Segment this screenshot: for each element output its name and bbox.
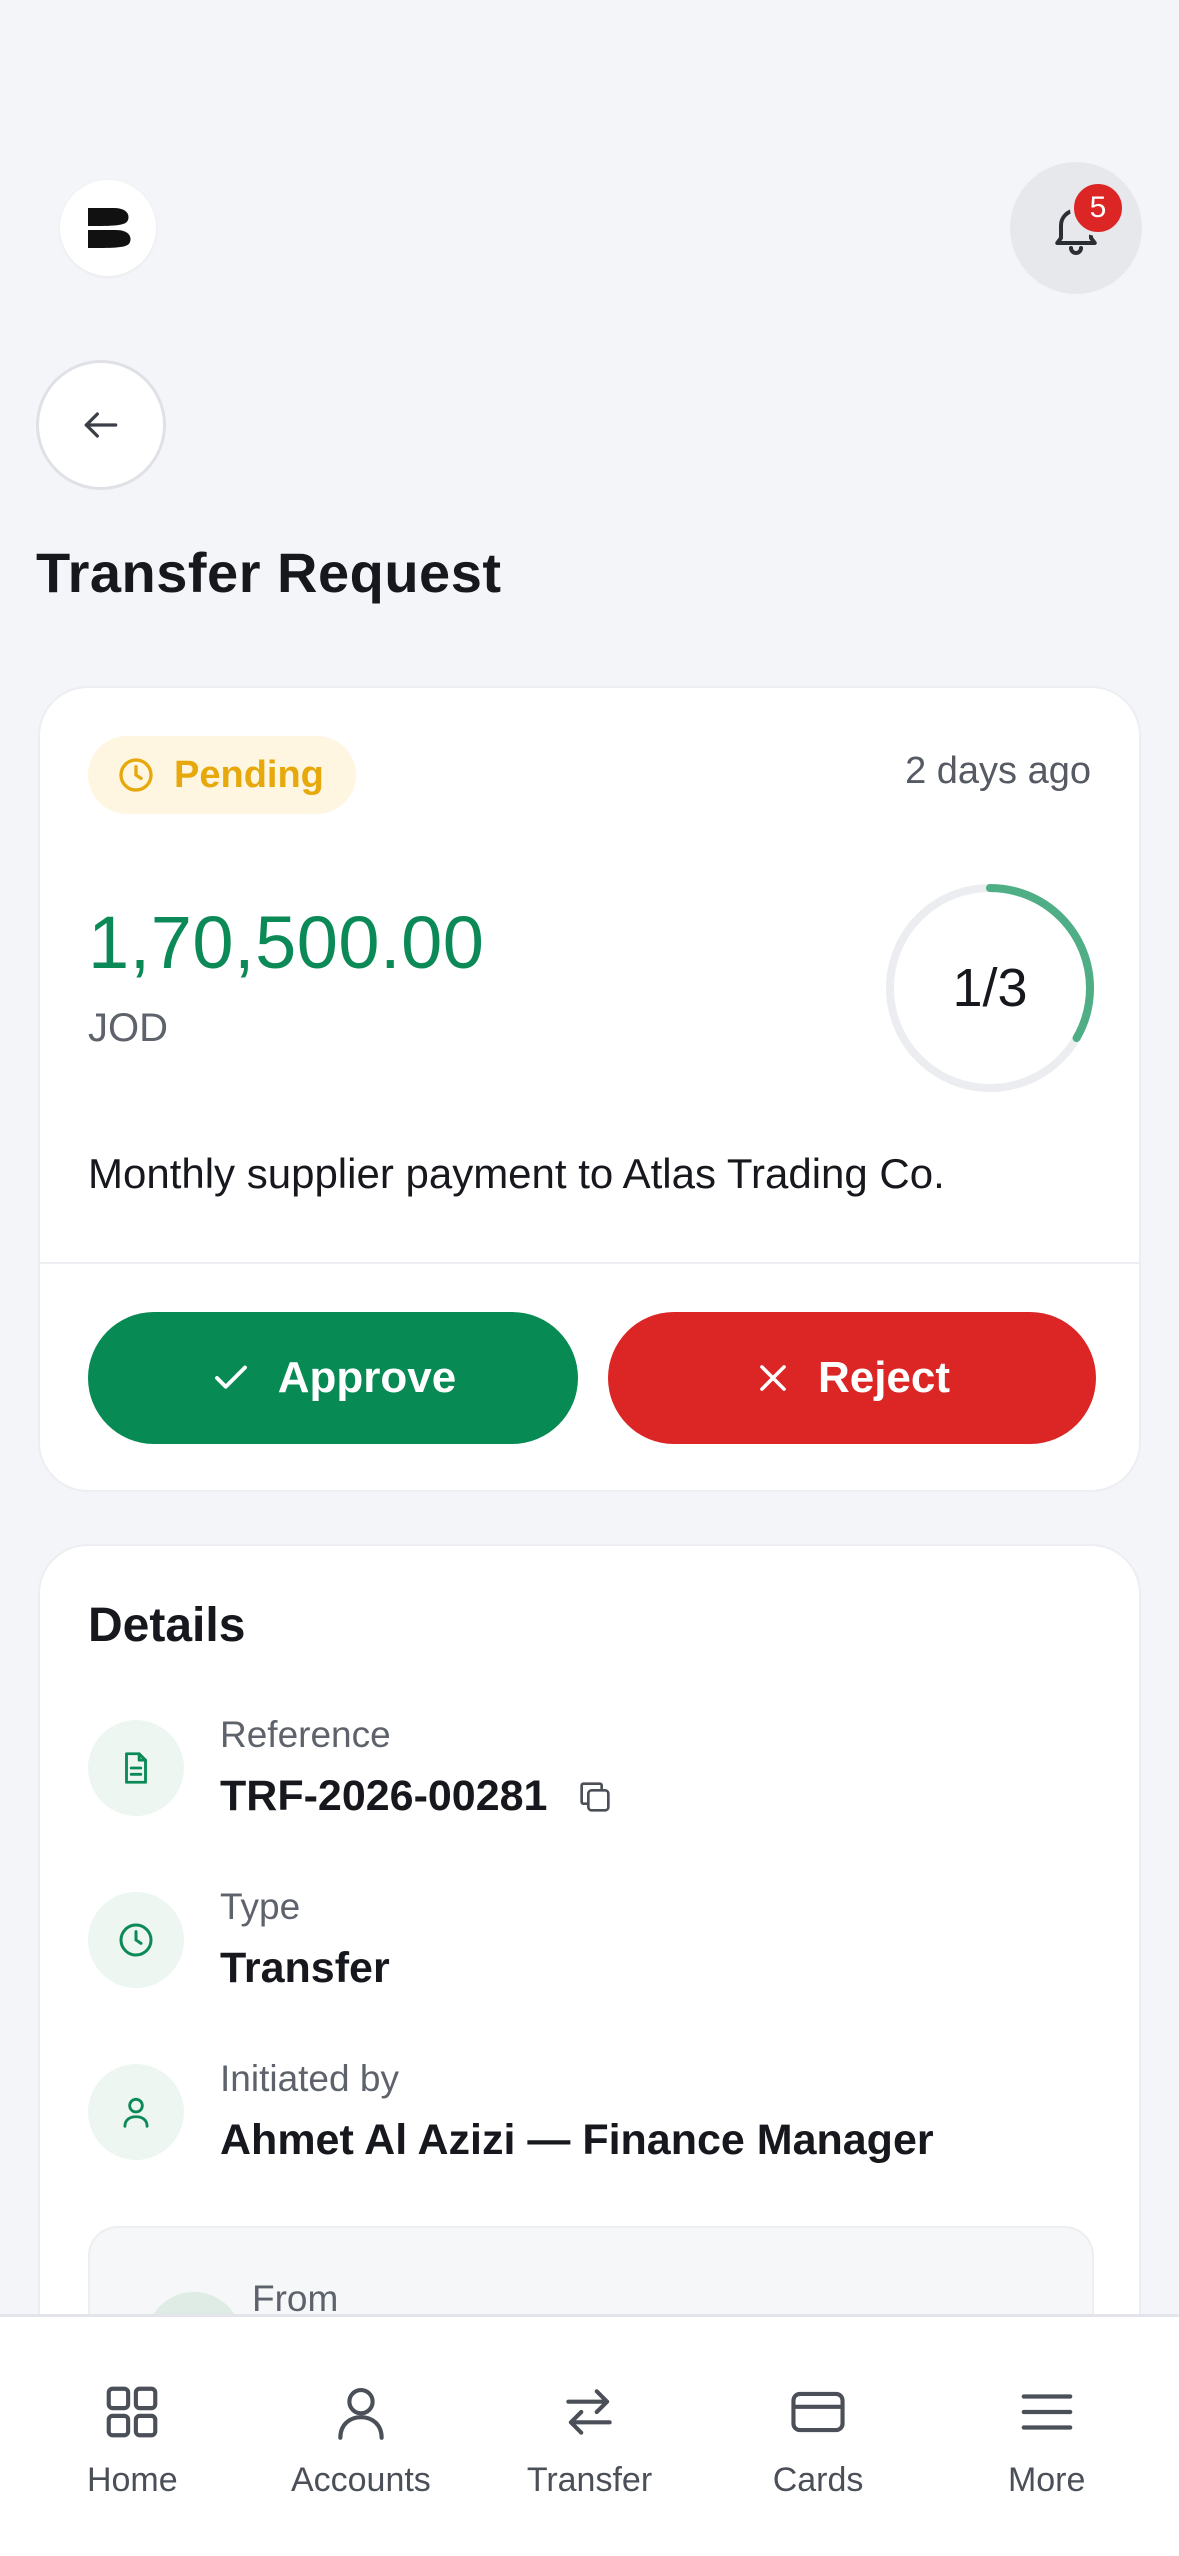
- currency-code: JOD: [88, 1006, 168, 1050]
- request-time: 2 days ago: [905, 750, 1091, 792]
- arrow-left-icon: [84, 412, 118, 438]
- check-icon: [214, 1365, 247, 1389]
- logo-mark: [88, 208, 131, 248]
- tab-accounts-label: Accounts: [290, 2461, 431, 2499]
- bottom-tab-bar: Home Accounts Transfer Cards More: [0, 2314, 1179, 2556]
- divider: [40, 1262, 1139, 1264]
- status-badge: Pending: [88, 736, 356, 814]
- type-label: Type: [220, 1886, 301, 1927]
- card-icon: [791, 2391, 845, 2433]
- document-icon: [88, 1720, 184, 1816]
- details-title: Details: [88, 1599, 246, 1652]
- amount-value: 1,70,500.00: [88, 901, 485, 984]
- reference-label: Reference: [220, 1714, 391, 1755]
- app-logo[interactable]: [60, 180, 156, 276]
- tab-home-label: Home: [86, 2461, 178, 2499]
- transfer-icon: [566, 2389, 613, 2435]
- request-card: Pending 2 days ago 1,70,500.00 JOD 1/3 M…: [38, 686, 1141, 1492]
- user-icon: [88, 2064, 184, 2160]
- reject-button[interactable]: Reject: [608, 1312, 1096, 1444]
- tab-cards-label: Cards: [772, 2461, 864, 2499]
- type-value: Transfer: [220, 1944, 390, 1992]
- notifications-button[interactable]: [1010, 162, 1142, 294]
- clock-icon: [119, 758, 153, 792]
- tab-transfer[interactable]: Transfer: [489, 2317, 689, 2556]
- tab-more-label: More: [1007, 2461, 1086, 2499]
- tab-home[interactable]: Home: [32, 2317, 232, 2556]
- close-icon: [760, 1365, 786, 1391]
- user-icon: [338, 2387, 384, 2440]
- back-button[interactable]: [36, 360, 166, 490]
- initiated-value: Ahmet Al Azizi — Finance Manager: [220, 2116, 934, 2164]
- reference-value-row: TRF-2026-00281: [220, 1772, 615, 1821]
- page-title: Transfer Request: [36, 541, 502, 604]
- initiated-label: Initiated by: [220, 2058, 399, 2099]
- request-description: Monthly supplier payment to Atlas Tradin…: [88, 1150, 945, 1197]
- status-label: Pending: [174, 753, 324, 796]
- reject-label: Reject: [817, 1353, 951, 1402]
- menu-icon: [1021, 2394, 1072, 2430]
- tab-more[interactable]: More: [947, 2317, 1147, 2556]
- tab-accounts[interactable]: Accounts: [261, 2317, 461, 2556]
- tab-transfer-label: Transfer: [526, 2461, 653, 2499]
- approval-progress-label: 1/3: [952, 958, 1028, 1018]
- clock-icon: [88, 1892, 184, 1988]
- grid-icon: [106, 2386, 158, 2438]
- approve-button[interactable]: Approve: [88, 1312, 578, 1444]
- copy-icon[interactable]: [575, 1777, 615, 1817]
- tab-cards[interactable]: Cards: [718, 2317, 918, 2556]
- reference-value: TRF-2026-00281: [220, 1772, 548, 1820]
- notifications-badge: 5: [1070, 180, 1126, 236]
- approve-label: Approve: [277, 1353, 457, 1402]
